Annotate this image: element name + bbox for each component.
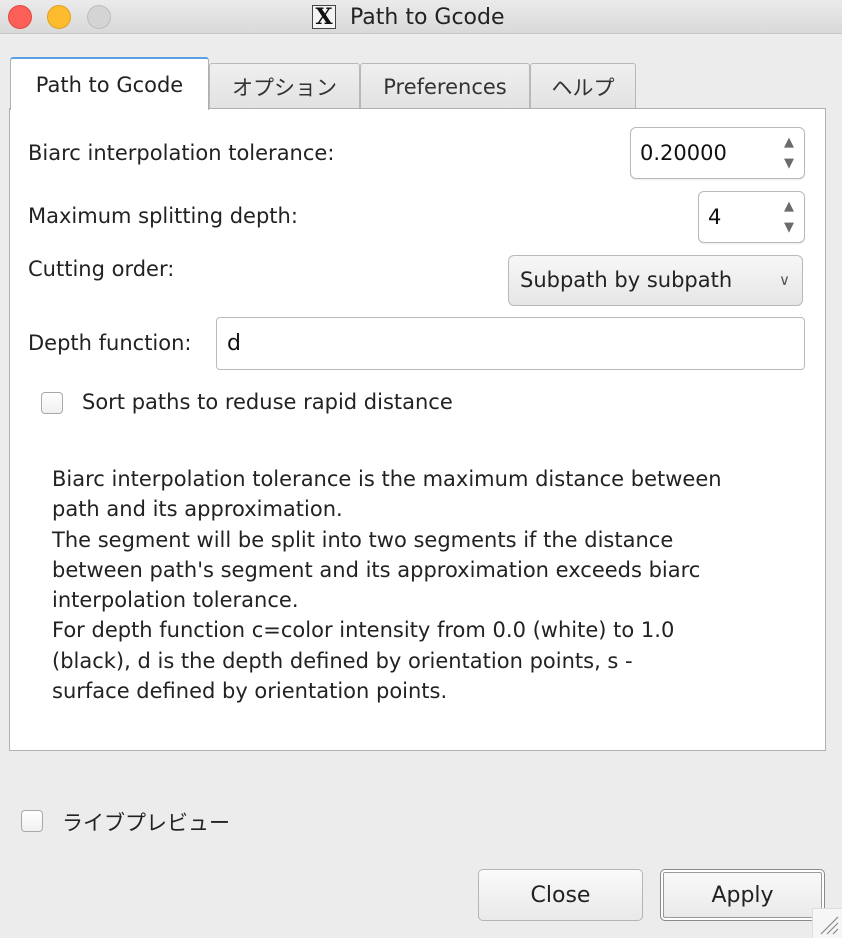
- depth-function-input[interactable]: d: [216, 317, 805, 370]
- spinbox-arrows[interactable]: ▲ ▼: [779, 132, 799, 174]
- dialog-window: X Path to Gcode Path to Gcode オプション Pref…: [0, 0, 842, 938]
- increment-arrow-icon[interactable]: ▲: [779, 196, 799, 217]
- apply-button[interactable]: Apply: [660, 869, 825, 921]
- window-title-group: X Path to Gcode: [312, 2, 505, 32]
- close-button[interactable]: Close: [478, 869, 643, 921]
- biarc-tolerance-value[interactable]: 0.20000: [640, 128, 727, 178]
- live-preview-checkbox[interactable]: [21, 810, 43, 832]
- tab-options[interactable]: オプション: [209, 63, 360, 109]
- decrement-arrow-icon[interactable]: ▼: [779, 153, 799, 174]
- tab-help[interactable]: ヘルプ: [530, 63, 636, 109]
- tab-preferences[interactable]: Preferences: [360, 63, 530, 109]
- spinbox-arrows[interactable]: ▲ ▼: [779, 196, 799, 238]
- max-splitting-depth-spinbox[interactable]: 4 ▲ ▼: [698, 191, 805, 243]
- increment-arrow-icon[interactable]: ▲: [779, 132, 799, 153]
- resize-grip-icon[interactable]: [812, 908, 842, 938]
- tab-path-to-gcode[interactable]: Path to Gcode: [10, 57, 209, 110]
- max-splitting-depth-value[interactable]: 4: [708, 192, 721, 242]
- decrement-arrow-icon[interactable]: ▼: [779, 217, 799, 238]
- sort-paths-checkbox[interactable]: [41, 392, 63, 414]
- maximize-window-button[interactable]: [87, 5, 111, 29]
- live-preview-label[interactable]: ライブプレビュー: [62, 807, 230, 837]
- biarc-tolerance-spinbox[interactable]: 0.20000 ▲ ▼: [630, 127, 805, 179]
- cutting-order-select[interactable]: Subpath by subpath ∨: [508, 255, 803, 306]
- chevron-down-icon[interactable]: ∨: [779, 256, 790, 305]
- title-bar[interactable]: X Path to Gcode: [0, 0, 842, 34]
- close-window-button[interactable]: [8, 5, 32, 29]
- x11-app-icon: X: [312, 5, 336, 29]
- minimize-window-button[interactable]: [47, 5, 71, 29]
- cutting-order-value[interactable]: Subpath by subpath: [520, 256, 732, 305]
- window-title: Path to Gcode: [350, 4, 505, 30]
